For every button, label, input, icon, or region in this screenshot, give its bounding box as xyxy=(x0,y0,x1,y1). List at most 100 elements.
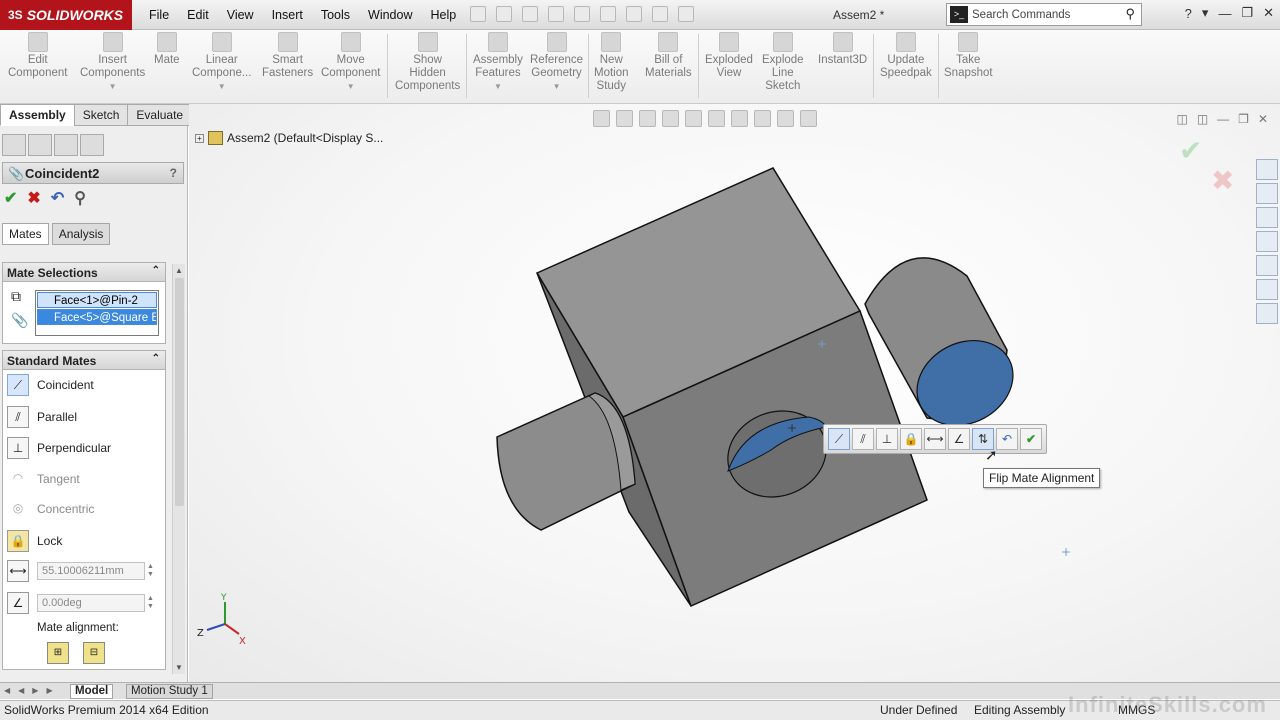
search-icon[interactable]: ⚲ xyxy=(1125,6,1135,22)
tab-assembly[interactable]: Assembly xyxy=(0,104,75,126)
chevron-down-icon[interactable]: ▼ xyxy=(218,80,226,93)
standard-mates-header[interactable]: Standard Mates ⌃ xyxy=(2,350,166,370)
distance-mate-icon[interactable]: ⟷ xyxy=(7,560,37,582)
scrollbar-thumb[interactable] xyxy=(175,278,184,506)
distance-icon[interactable]: ⟷ xyxy=(924,428,946,450)
minimize-icon[interactable]: — xyxy=(1218,6,1231,21)
save-icon[interactable] xyxy=(522,6,538,22)
explode-line-sketch-button[interactable]: Explode Line Sketch xyxy=(762,32,804,93)
list-item[interactable]: Face<5>@Square Bl xyxy=(37,309,157,325)
select-icon[interactable] xyxy=(600,6,616,22)
ok-check-icon[interactable]: ✔ xyxy=(4,188,17,208)
distance-field[interactable]: 55.10006211mm xyxy=(37,562,145,580)
tab-model[interactable]: Model xyxy=(70,684,114,699)
move-component-button[interactable]: Move Component ▼ xyxy=(321,32,380,93)
menu-tools[interactable]: Tools xyxy=(312,8,359,22)
collapse-icon[interactable]: ⌃ xyxy=(152,353,160,364)
coincident-icon[interactable]: ⟋ xyxy=(828,428,850,450)
linear-component-pattern-button[interactable]: Linear Compone... ▼ xyxy=(192,32,251,93)
square-block[interactable] xyxy=(535,167,928,608)
assembly-features-button[interactable]: Assembly Features ▼ xyxy=(473,32,523,93)
tangent-mate-option[interactable]: ◠ Tangent xyxy=(7,468,80,490)
scroll-down-icon[interactable]: ▼ xyxy=(175,663,183,672)
graphics-area[interactable]: + Assem2 (Default<Display S... ◫ ◫ — ❐ ✕… xyxy=(189,104,1280,682)
distance-spinner[interactable]: ▲ ▼ xyxy=(147,563,154,579)
angle-field[interactable]: 0.00deg xyxy=(37,594,145,612)
file-properties-icon[interactable] xyxy=(652,6,668,22)
instant3d-button[interactable]: Instant3D xyxy=(818,32,867,67)
update-speedpak-button[interactable]: Update Speedpak xyxy=(880,32,932,80)
perpendicular-icon[interactable]: ⊥ xyxy=(876,428,898,450)
help-question-icon[interactable]: ? xyxy=(1185,6,1192,21)
chevron-down-icon[interactable]: ▼ xyxy=(494,80,502,93)
new-icon[interactable] xyxy=(470,6,486,22)
chevron-down-icon[interactable]: ▼ xyxy=(109,80,117,93)
options-icon[interactable] xyxy=(678,6,694,22)
configuration-manager-tab-icon[interactable] xyxy=(54,134,78,156)
menu-insert[interactable]: Insert xyxy=(263,8,312,22)
parallel-icon[interactable]: ⫽ xyxy=(852,428,874,450)
angle-icon[interactable]: ∠ xyxy=(948,428,970,450)
mate-button[interactable]: Mate xyxy=(154,32,180,67)
undo-icon[interactable]: ↶ xyxy=(996,428,1018,450)
parallel-mate-option[interactable]: ⫽ Parallel xyxy=(7,406,77,428)
chevron-down-icon[interactable]: ▼ xyxy=(347,80,355,93)
mate-selections-header[interactable]: Mate Selections ⌃ xyxy=(2,262,166,282)
pushpin-icon[interactable]: ⚲ xyxy=(74,188,86,208)
display-manager-tab-icon[interactable] xyxy=(80,134,104,156)
new-motion-study-button[interactable]: New Motion Study xyxy=(594,32,629,93)
feature-manager-tab-icon[interactable] xyxy=(2,134,26,156)
menu-window[interactable]: Window xyxy=(359,8,421,22)
property-manager-tab-icon[interactable] xyxy=(28,134,52,156)
aligned-button[interactable]: ⊞ xyxy=(47,642,69,664)
search-input[interactable]: Search Commands xyxy=(972,9,1070,21)
tab-mates[interactable]: Mates xyxy=(2,223,49,245)
collapse-icon[interactable]: ⌃ xyxy=(152,265,160,276)
open-icon[interactable] xyxy=(496,6,512,22)
angle-mate-icon[interactable]: ∠ xyxy=(7,592,37,614)
lock-icon[interactable]: 🔒 xyxy=(900,428,922,450)
tab-navigation-arrows[interactable]: ◀◀▶▶ xyxy=(4,686,61,695)
chevron-down-icon[interactable]: ▼ xyxy=(553,80,561,93)
concentric-mate-option[interactable]: ◎ Concentric xyxy=(7,498,95,520)
take-snapshot-button[interactable]: Take Snapshot xyxy=(944,32,993,80)
help-icon[interactable]: ? xyxy=(170,166,177,180)
menu-edit[interactable]: Edit xyxy=(178,8,218,22)
smart-fasteners-button[interactable]: Smart Fasteners xyxy=(262,32,313,80)
search-commands-box[interactable]: >_ Search Commands ⚲ xyxy=(946,3,1142,26)
perpendicular-mate-option[interactable]: ⊥ Perpendicular xyxy=(7,437,111,459)
menu-file[interactable]: File xyxy=(140,8,178,22)
mate-selection-list[interactable]: Face<1>@Pin-2 Face<5>@Square Bl xyxy=(35,290,159,336)
edit-component-button[interactable]: Edit Component xyxy=(8,32,67,80)
ok-check-icon[interactable]: ✔ xyxy=(1020,428,1042,450)
list-item[interactable]: Face<1>@Pin-2 xyxy=(37,292,157,308)
panel-scrollbar[interactable]: ▲ ▼ xyxy=(172,264,185,674)
tab-analysis[interactable]: Analysis xyxy=(51,223,111,245)
help-dropdown-icon[interactable]: ▾ xyxy=(1202,5,1209,21)
insert-components-button[interactable]: Insert Components ▼ xyxy=(80,32,145,93)
show-hidden-components-button[interactable]: Show Hidden Components xyxy=(395,32,460,93)
exploded-view-button[interactable]: Exploded View xyxy=(705,32,753,80)
menu-view[interactable]: View xyxy=(218,8,263,22)
close-icon[interactable]: ✕ xyxy=(1263,5,1274,21)
coincident-mate-option[interactable]: ⟋ Coincident xyxy=(7,374,94,396)
anti-aligned-button[interactable]: ⊟ xyxy=(83,642,105,664)
cancel-x-icon[interactable]: ✖ xyxy=(27,188,40,208)
print-icon[interactable] xyxy=(548,6,564,22)
tab-motion-study-1[interactable]: Motion Study 1 xyxy=(126,684,213,699)
scroll-up-icon[interactable]: ▲ xyxy=(175,266,183,275)
rebuild-icon[interactable] xyxy=(626,6,642,22)
bill-of-materials-button[interactable]: Bill of Materials xyxy=(645,32,692,80)
menu-help[interactable]: Help xyxy=(422,8,466,22)
solidworks-logo[interactable]: 3S SOLIDWORKS xyxy=(0,0,132,30)
lock-mate-option[interactable]: 🔒 Lock xyxy=(7,530,62,552)
reference-geometry-button[interactable]: Reference Geometry ▼ xyxy=(530,32,583,93)
pin-left[interactable] xyxy=(496,392,636,531)
restore-icon[interactable]: ❐ xyxy=(1241,5,1253,21)
model-viewport[interactable]: + + + xyxy=(189,104,1280,682)
angle-spinner[interactable]: ▲ ▼ xyxy=(147,595,154,611)
tab-evaluate[interactable]: Evaluate xyxy=(127,104,193,126)
undo-icon[interactable]: ↶ xyxy=(51,188,64,208)
tab-sketch[interactable]: Sketch xyxy=(73,104,129,126)
undo-icon[interactable] xyxy=(574,6,590,22)
